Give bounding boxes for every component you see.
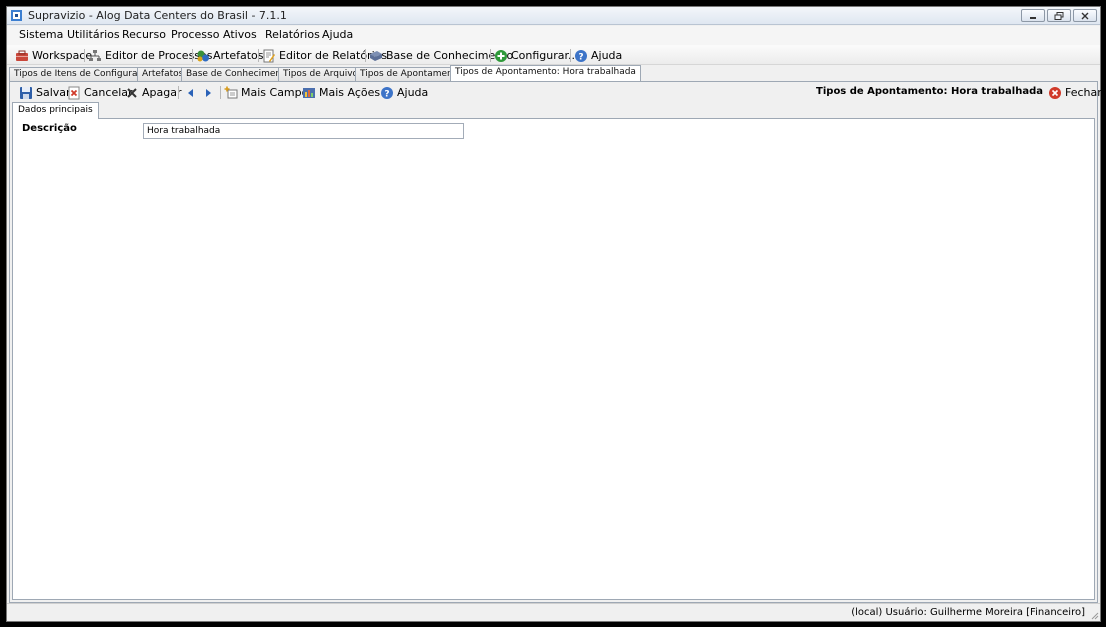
more-actions-label: Mais Ações (319, 86, 381, 99)
menu-relatorios[interactable]: Relatórios (265, 28, 320, 41)
main-data-panel: Descrição (12, 118, 1095, 600)
help-label: Ajuda (591, 49, 623, 62)
report-editor-icon (263, 49, 275, 62)
record-help-label: Ajuda (397, 86, 429, 99)
toolbar-separator (220, 86, 221, 99)
svg-text:?: ? (578, 52, 583, 62)
arrow-left-icon (188, 88, 193, 97)
workspace-button[interactable]: Workspace (15, 48, 92, 63)
save-label: Salvar (36, 86, 71, 99)
save-icon (20, 86, 32, 99)
process-editor-button[interactable]: Editor de Processos (88, 48, 213, 63)
delete-icon (127, 87, 137, 98)
title-bar[interactable]: Supravizio - Alog Data Centers do Brasil… (7, 7, 1100, 25)
delete-label: Apagar (142, 86, 182, 99)
menu-processo[interactable]: Processo (171, 28, 219, 41)
minimize-icon (1030, 16, 1036, 19)
minimize-button[interactable] (1021, 9, 1045, 22)
toolbar-separator (192, 49, 193, 62)
menu-sistema[interactable]: Sistema (19, 28, 63, 41)
cancel-icon (68, 86, 80, 99)
arrow-right-icon (206, 88, 211, 97)
tab-dados-principais[interactable]: Dados principais (12, 102, 99, 119)
help-icon: ? (381, 86, 393, 99)
more-fields-button[interactable]: Mais Campos (224, 85, 314, 100)
restore-button[interactable] (1047, 9, 1071, 22)
knowledge-base-button[interactable]: Base de Conhecimento (369, 48, 513, 63)
artifacts-icon (197, 50, 209, 61)
document-tab-strip: Tipos de Itens de Configuração Artefatos… (7, 65, 1100, 81)
menu-recurso[interactable]: Recurso (122, 28, 166, 41)
add-field-icon (224, 86, 238, 98)
process-editor-icon (89, 49, 101, 61)
tab-tipos-apontamento-hora-trabalhada[interactable]: Tipos de Apontamento: Hora trabalhada (450, 65, 641, 81)
artifacts-button[interactable]: Artefatos (196, 48, 264, 63)
svg-text:?: ? (384, 89, 389, 99)
description-field[interactable] (143, 123, 464, 139)
app-window: Supravizio - Alog Data Centers do Brasil… (6, 6, 1102, 622)
configure-icon (495, 49, 507, 62)
record-context-title: Tipos de Apontamento: Hora trabalhada (816, 86, 1043, 97)
help-button[interactable]: ? Ajuda (574, 48, 622, 63)
knowledge-base-icon (370, 50, 382, 61)
record-toolbar: Salvar Cancelar Apagar Mais Campos Mais … (10, 82, 1102, 102)
toolbar-separator (178, 86, 179, 99)
record-help-button[interactable]: ? Ajuda (380, 85, 428, 100)
configure-label: Configurar... (511, 49, 579, 62)
close-document-button[interactable]: Fechar (1048, 85, 1102, 100)
restore-icon (1054, 11, 1064, 20)
more-actions-dropdown[interactable]: Mais Ações (302, 85, 391, 100)
window-title: Supravizio - Alog Data Centers do Brasil… (28, 9, 287, 22)
toolbar-separator (490, 49, 491, 62)
app-logo-icon (10, 9, 23, 22)
workspace-icon (16, 50, 28, 61)
menu-ativos[interactable]: Ativos (223, 28, 257, 41)
next-record-button[interactable] (201, 85, 215, 100)
toolbar-separator (365, 49, 366, 62)
resize-grip-icon[interactable] (1089, 610, 1099, 620)
save-button[interactable]: Salvar (19, 85, 71, 100)
menu-utilitarios[interactable]: Utilitários (67, 28, 120, 41)
status-user-info: (local) Usuário: Guilherme Moreira [Fina… (851, 607, 1085, 618)
menu-bar: Sistema Utilitários Recurso Processo Ati… (7, 26, 1100, 45)
cancel-button[interactable]: Cancelar (67, 85, 133, 100)
configure-button[interactable]: Configurar... (494, 48, 579, 63)
artifacts-label: Artefatos (213, 49, 264, 62)
main-toolbar: Workspace Editor de Processos Artefatos … (7, 45, 1100, 65)
help-icon: ? (575, 49, 587, 62)
menu-ajuda[interactable]: Ajuda (322, 28, 353, 41)
close-document-label: Fechar (1065, 86, 1102, 99)
toolbar-separator (570, 49, 571, 62)
status-bar: (local) Usuário: Guilherme Moreira [Fina… (7, 603, 1100, 621)
actions-icon (303, 87, 315, 98)
close-circle-icon (1049, 86, 1061, 99)
close-icon (1081, 12, 1089, 19)
toolbar-separator (84, 49, 85, 62)
delete-button[interactable]: Apagar (125, 85, 182, 100)
toolbar-separator (258, 49, 259, 62)
previous-record-button[interactable] (184, 85, 198, 100)
document-content: Salvar Cancelar Apagar Mais Campos Mais … (9, 81, 1102, 603)
description-label: Descrição (22, 123, 77, 134)
close-window-button[interactable] (1073, 9, 1097, 22)
